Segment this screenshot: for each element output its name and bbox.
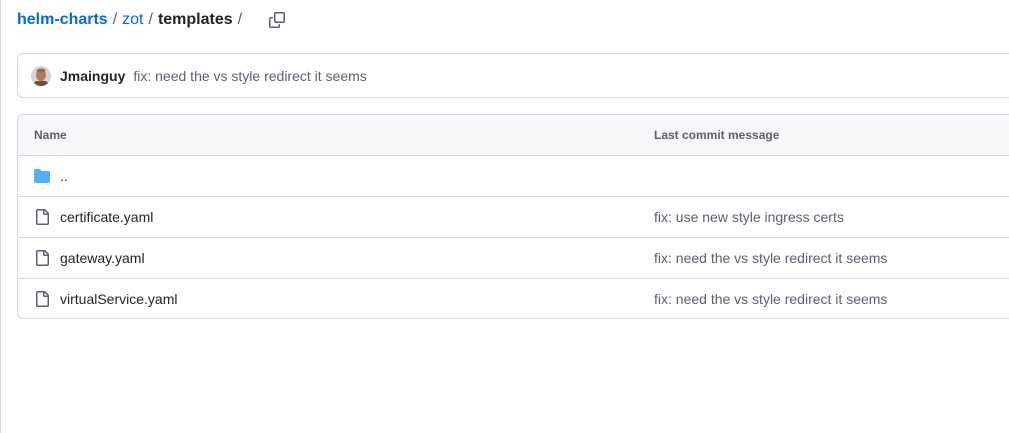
file-name-link[interactable]: certificate.yaml [60,209,153,225]
column-header-last-commit: Last commit message [654,128,780,142]
breadcrumb-current: templates [157,11,233,28]
table-row[interactable]: gateway.yaml fix: need the vs style redi… [18,238,1009,279]
copy-path-button[interactable] [266,9,288,31]
table-row[interactable]: certificate.yaml fix: use new style ingr… [18,197,1009,238]
file-icon [36,291,49,307]
file-commit-message[interactable]: fix: need the vs style redirect it seems [654,250,887,266]
column-header-name: Name [34,128,67,142]
breadcrumb-separator: / [237,11,243,28]
folder-icon [34,169,50,183]
copy-icon [269,12,285,28]
parent-dir-link[interactable]: .. [60,168,68,184]
commit-message[interactable]: fix: need the vs style redirect it seems [133,68,366,84]
avatar[interactable] [31,65,51,86]
table-header: Name Last commit message [18,115,1009,156]
breadcrumb: helm-charts / zot / templates / [17,9,247,31]
breadcrumb-dir-link[interactable]: zot [122,11,143,29]
latest-commit-bar: Jmainguy fix: need the vs style redirect… [17,53,1009,98]
breadcrumb-repo-link[interactable]: helm-charts [17,11,108,29]
file-icon [36,209,49,225]
file-table: Name Last commit message .. certificate.… [17,114,1009,319]
breadcrumb-separator: / [112,11,118,28]
table-row[interactable]: virtualService.yaml fix: need the vs sty… [18,279,1009,318]
table-row-parent-dir[interactable]: .. [18,156,1009,197]
file-name-link[interactable]: gateway.yaml [60,250,145,266]
file-commit-message[interactable]: fix: need the vs style redirect it seems [654,291,887,307]
breadcrumb-separator: / [148,11,153,28]
file-commit-message[interactable]: fix: use new style ingress certs [654,209,844,225]
page-left-border [0,0,1,433]
commit-author[interactable]: Jmainguy [60,68,125,84]
file-name-link[interactable]: virtualService.yaml [60,291,177,307]
file-icon [36,250,49,266]
